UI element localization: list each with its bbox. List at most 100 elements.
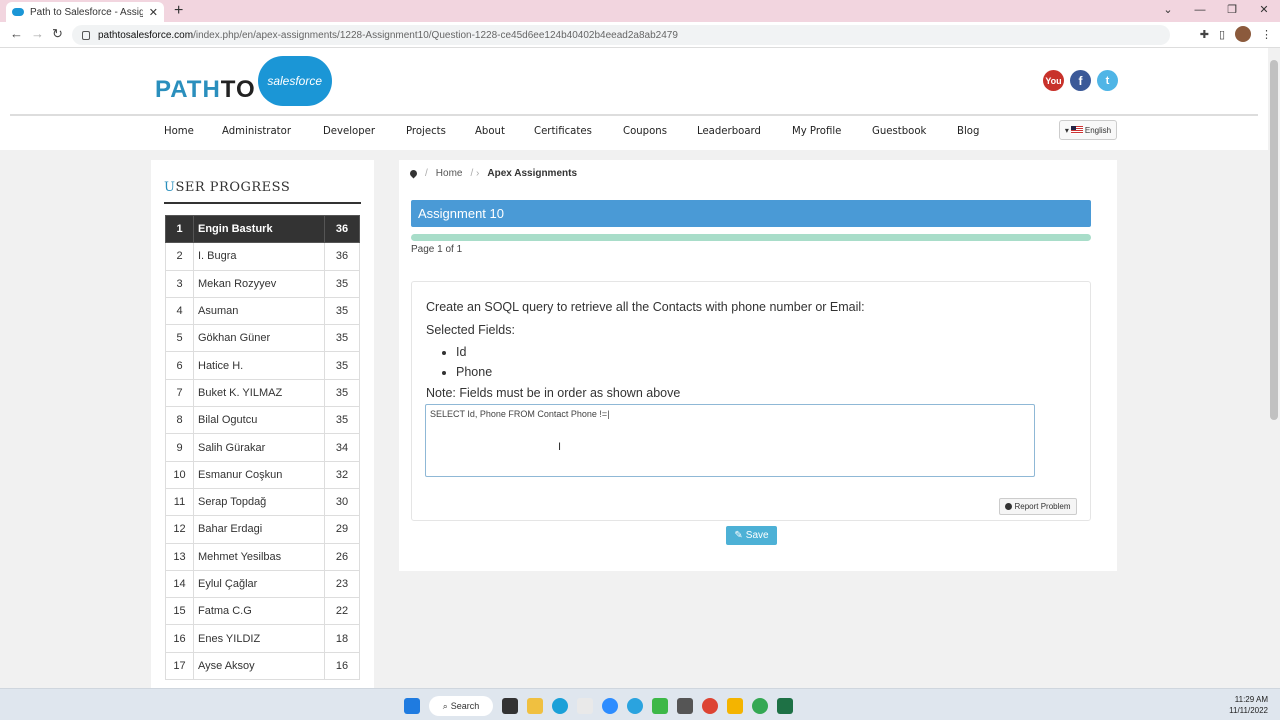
system-clock[interactable]: 11:29 AM 11/11/2022 — [1229, 694, 1268, 716]
windows-start-icon[interactable] — [404, 698, 420, 714]
address-bar[interactable]: pathtosalesforce.com/index.php/en/apex-a… — [72, 25, 1170, 45]
nav-blog[interactable]: Blog — [957, 124, 979, 137]
telegram-icon[interactable] — [627, 698, 643, 714]
chrome-icon[interactable] — [702, 698, 718, 714]
save-button[interactable]: ✎ Save — [726, 526, 777, 545]
name-cell: Hatice H. — [193, 351, 325, 380]
breadcrumb-home[interactable]: Home — [436, 168, 463, 179]
nav-about[interactable]: About — [475, 124, 505, 137]
save-label: Save — [745, 530, 769, 541]
table-row: 11 Serap Topdağ 30 — [165, 487, 360, 517]
restore-icon[interactable]: ❐ — [1216, 0, 1248, 22]
page-scrollbar[interactable] — [1268, 48, 1280, 688]
file-explorer-icon[interactable] — [527, 698, 543, 714]
reload-icon[interactable]: ↻ — [52, 26, 63, 42]
site-logo[interactable]: PATHTO salesforce — [155, 56, 332, 106]
rank-cell: 4 — [165, 296, 194, 326]
back-arrow-icon[interactable]: ← — [10, 26, 23, 41]
table-row: 3 Mekan Rozyyev 35 — [165, 269, 360, 298]
nav-guestbook[interactable]: Guestbook — [872, 124, 926, 137]
nav-projects[interactable]: Projects — [406, 124, 446, 137]
name-cell: Bilal Ogutcu — [193, 406, 325, 435]
name-cell: Fatma C.G — [193, 597, 325, 626]
search-icon: ⌕ — [442, 700, 448, 711]
youtube-icon[interactable]: You — [1043, 70, 1064, 91]
rank-cell: 6 — [165, 351, 194, 380]
page-info: Page 1 of 1 — [411, 244, 463, 255]
nav-leaderboard[interactable]: Leaderboard — [697, 124, 761, 137]
menu-dots-icon[interactable]: ⋮ — [1261, 28, 1272, 41]
breadcrumb-current[interactable]: Apex Assignments — [487, 168, 577, 179]
new-tab-button[interactable]: + — [174, 2, 183, 20]
name-cell: Mehmet Yesilbas — [193, 542, 325, 571]
chrome-profile-icon[interactable] — [752, 698, 768, 714]
score-cell: 34 — [324, 433, 360, 462]
drive-icon[interactable] — [727, 698, 743, 714]
zoom-icon[interactable] — [602, 698, 618, 714]
table-row: 6 Hatice H. 35 — [165, 351, 360, 380]
name-cell: Eylul Çağlar — [193, 569, 325, 599]
main-navigation: Home Administrator Developer Projects Ab… — [164, 124, 1007, 137]
sidepanel-icon[interactable]: ▯ — [1219, 28, 1225, 41]
name-cell: Bahar Erdagi — [193, 515, 325, 544]
facebook-icon[interactable]: f — [1070, 70, 1091, 91]
taskbar-search[interactable]: ⌕ Search — [429, 696, 493, 716]
nav-home[interactable]: Home — [164, 124, 194, 137]
salesforce-cloud-logo: salesforce — [257, 56, 332, 106]
browser-tab-bar: Path to Salesforce - Assignments ✕ + ⌄ —… — [0, 0, 1280, 22]
nav-administrator[interactable]: Administrator — [222, 124, 291, 137]
tab-title: Path to Salesforce - Assignments — [30, 6, 143, 18]
notepadpp-icon[interactable] — [652, 698, 668, 714]
question-circle-icon — [1005, 503, 1013, 510]
search-label: Search — [450, 701, 480, 711]
caret-down-icon: ▾ — [1064, 125, 1069, 135]
pencil-icon: ✎ — [734, 530, 743, 541]
windows-taskbar: ⌕ Search 11:29 AM 11/11/2022 — [0, 688, 1280, 720]
browser-tab[interactable]: Path to Salesforce - Assignments ✕ — [6, 2, 164, 22]
report-problem-button[interactable]: Report Problem — [999, 498, 1077, 515]
scrollbar-thumb[interactable] — [1270, 60, 1278, 420]
nav-certificates[interactable]: Certificates — [534, 124, 592, 137]
puzzle-icon[interactable]: ✚ — [1200, 28, 1209, 41]
name-cell: Esmanur Coşkun — [193, 460, 325, 489]
rank-cell: 5 — [165, 324, 194, 353]
leaderboard-table: 1 Engin Basturk 36 2 I. Bugra 36 3 Mekan Rozy… — [165, 214, 360, 681]
excel-icon[interactable] — [777, 698, 793, 714]
profile-avatar[interactable] — [1235, 26, 1251, 42]
list-item: Id — [456, 342, 865, 362]
table-row: 15 Fatma C.G 22 — [165, 597, 360, 626]
social-links: You f t — [1043, 70, 1118, 91]
breadcrumb-separator: / — [425, 168, 428, 179]
rank-cell: 10 — [165, 460, 194, 489]
breadcrumb: / Home / › Apex Assignments — [408, 168, 577, 179]
nav-developer[interactable]: Developer — [323, 124, 375, 137]
us-flag-icon — [1070, 126, 1083, 134]
rank-cell: 8 — [165, 406, 194, 435]
nav-coupons[interactable]: Coupons — [623, 124, 667, 137]
slack-icon[interactable] — [577, 698, 593, 714]
answer-textarea[interactable]: SELECT Id, Phone FROM Contact Phone !=| … — [425, 404, 1035, 477]
table-row: 5 Gökhan Güner 35 — [165, 324, 360, 353]
score-cell: 29 — [324, 515, 360, 544]
tab-search-icon[interactable]: ⌄ — [1152, 0, 1184, 22]
nav-my-profile[interactable]: My Profile — [792, 124, 841, 137]
minimize-icon[interactable]: — — [1184, 0, 1216, 22]
name-cell: I. Bugra — [193, 242, 325, 271]
close-tab-icon[interactable]: ✕ — [149, 6, 158, 19]
name-cell: Gökhan Güner — [193, 324, 325, 353]
browser-extension-icons: ✚ ▯ ⋮ — [1200, 26, 1272, 42]
score-cell: 30 — [324, 487, 360, 517]
title-underline — [164, 202, 361, 204]
table-row: 16 Enes YILDIZ 18 — [165, 624, 360, 653]
score-cell: 35 — [324, 406, 360, 435]
edge-icon[interactable] — [552, 698, 568, 714]
rank-cell: 16 — [165, 624, 194, 653]
rank-cell: 13 — [165, 542, 194, 571]
close-window-icon[interactable]: ✕ — [1248, 0, 1280, 22]
twitter-icon[interactable]: t — [1097, 70, 1118, 91]
task-view-icon[interactable] — [502, 698, 518, 714]
name-cell: Engin Basturk — [193, 214, 325, 244]
language-dropdown[interactable]: ▾ English — [1059, 120, 1117, 140]
notes-icon[interactable] — [677, 698, 693, 714]
forward-arrow-icon[interactable]: → — [31, 26, 44, 41]
